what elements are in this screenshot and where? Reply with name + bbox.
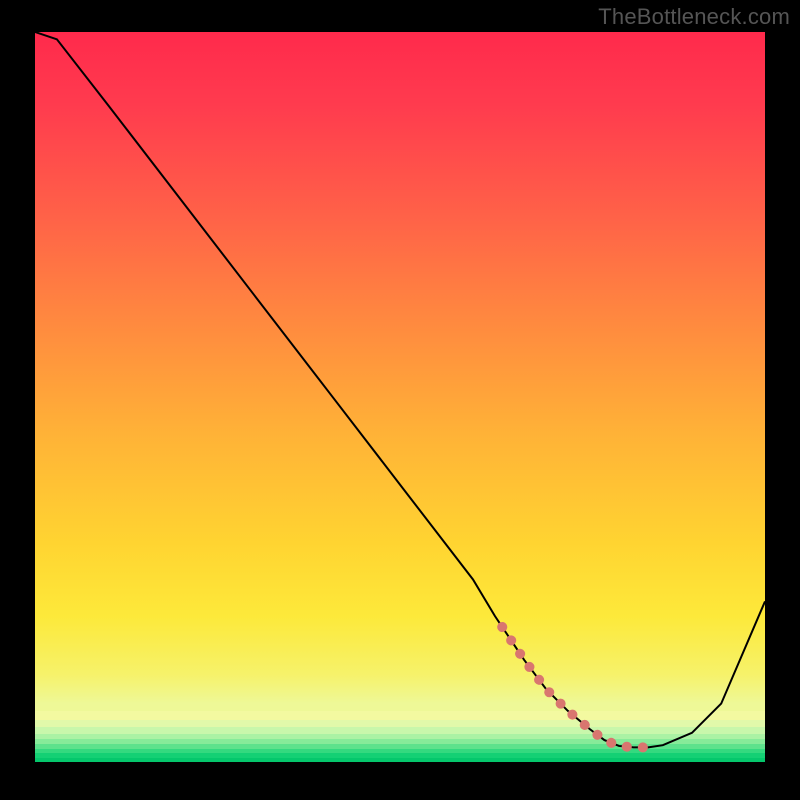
watermark-text: TheBottleneck.com <box>598 4 790 30</box>
chart-plot-area <box>35 32 765 762</box>
bottleneck-curve <box>35 32 765 747</box>
marker-dots <box>502 627 655 747</box>
chart-curve-layer <box>35 32 765 762</box>
